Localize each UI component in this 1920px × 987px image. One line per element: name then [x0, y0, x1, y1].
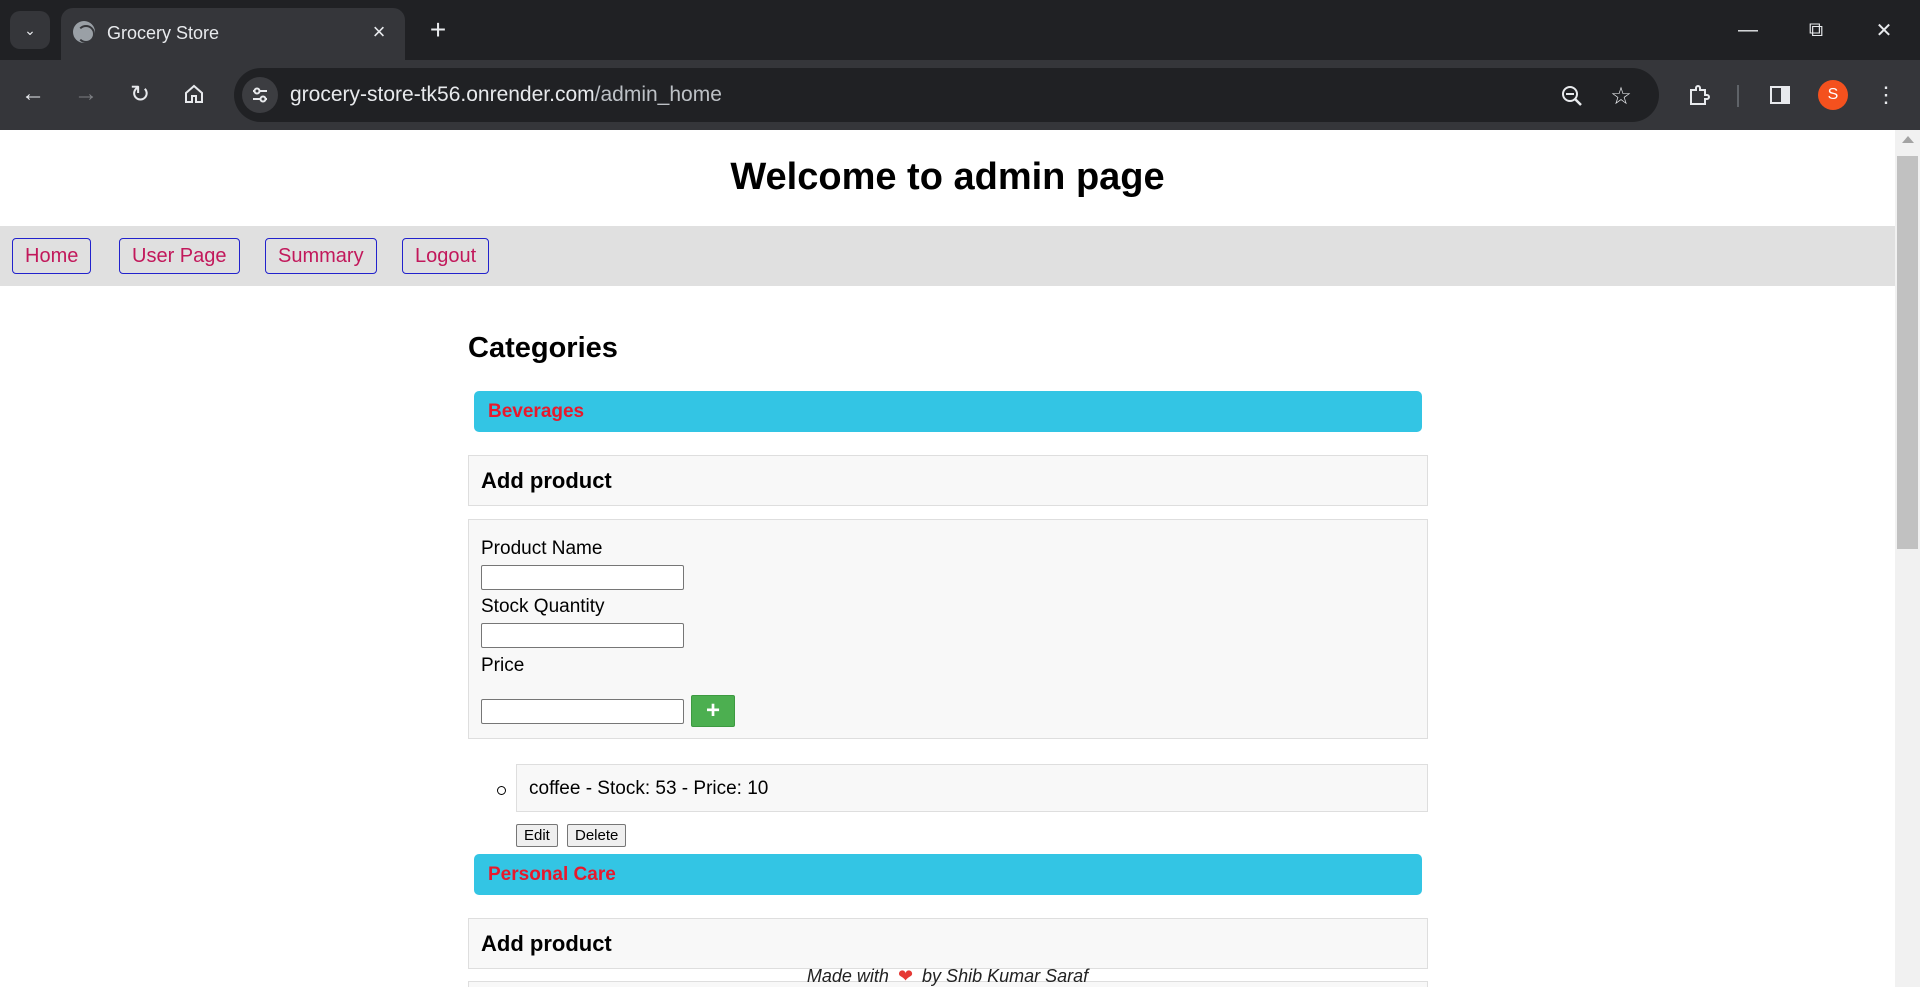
- nav-summary-link[interactable]: Summary: [265, 238, 377, 274]
- edit-product-button[interactable]: Edit: [516, 824, 558, 847]
- side-panel-icon: [1770, 86, 1790, 104]
- profile-avatar[interactable]: S: [1818, 80, 1848, 110]
- heart-icon: ❤: [897, 966, 914, 986]
- tab-title: Grocery Store: [107, 23, 220, 43]
- url-host: grocery-store-tk56.onrender.com: [290, 83, 595, 106]
- add-product-form: Product Name Stock Quantity Price +: [468, 519, 1428, 739]
- url-text[interactable]: grocery-store-tk56.onrender.com/admin_ho…: [290, 83, 722, 107]
- url-path: /admin_home: [594, 83, 722, 106]
- footer-author: by Shib Kumar Saraf: [922, 966, 1089, 986]
- nav-home-link[interactable]: Home: [12, 238, 92, 274]
- home-icon: [185, 84, 203, 103]
- reload-icon: ↻: [129, 80, 151, 108]
- forward-button[interactable]: →: [66, 74, 106, 114]
- restore-icon: ⧉: [1808, 18, 1824, 41]
- page-footer: Made with ❤ by Shib Kumar Saraf: [0, 966, 1895, 987]
- tune-icon: [253, 87, 267, 103]
- nav-logout-link[interactable]: Logout: [402, 238, 490, 274]
- page-viewport: Welcome to admin page Home User Page Sum…: [0, 130, 1895, 987]
- close-icon[interactable]: ×: [365, 18, 393, 46]
- home-button[interactable]: [174, 74, 214, 114]
- category-header-personal-care[interactable]: Personal Care: [474, 854, 1422, 895]
- minimize-icon: —: [1738, 18, 1758, 41]
- product-name-label: Product Name: [481, 538, 603, 559]
- window-close-button[interactable]: ✕: [1860, 10, 1908, 50]
- category-name: Personal Care: [488, 864, 616, 885]
- categories-heading: Categories: [468, 332, 618, 364]
- category-name: Beverages: [488, 401, 585, 422]
- add-product-heading: Add product: [481, 468, 612, 493]
- kebab-menu-icon: ⋮: [1875, 82, 1897, 107]
- stock-quantity-label: Stock Quantity: [481, 596, 605, 617]
- add-product-button[interactable]: +: [691, 695, 735, 727]
- price-input[interactable]: [481, 699, 684, 724]
- list-bullet: [497, 786, 506, 795]
- restore-button[interactable]: ⧉: [1792, 10, 1840, 50]
- bookmark-button[interactable]: ☆: [1606, 81, 1636, 111]
- window-close-icon: ✕: [1875, 19, 1893, 42]
- product-list-item: coffee - Stock: 53 - Price: 10: [516, 764, 1428, 812]
- zoom-out-icon: [1562, 86, 1582, 106]
- price-label: Price: [481, 655, 525, 676]
- browser-tab[interactable]: Grocery Store ×: [61, 8, 405, 60]
- category-header-beverages[interactable]: Beverages: [474, 391, 1422, 432]
- scroll-up-icon[interactable]: [1902, 136, 1914, 143]
- add-product-heading: Add product: [481, 931, 612, 956]
- side-panel-button[interactable]: [1760, 75, 1800, 115]
- zoom-button[interactable]: [1557, 81, 1587, 111]
- plus-icon: +: [429, 14, 447, 45]
- extensions-button[interactable]: [1679, 75, 1719, 115]
- new-tab-button[interactable]: +: [420, 12, 456, 48]
- minimize-button[interactable]: —: [1724, 10, 1772, 50]
- back-button[interactable]: ←: [13, 74, 53, 114]
- toolbar-divider: [1737, 85, 1739, 107]
- plus-icon: +: [705, 697, 720, 724]
- arrow-left-icon: ←: [21, 80, 45, 107]
- add-product-header: Add product: [468, 918, 1428, 969]
- tab-search-button[interactable]: ⌄: [10, 11, 50, 49]
- delete-product-button[interactable]: Delete: [567, 824, 627, 847]
- site-info-button[interactable]: [242, 77, 278, 113]
- arrow-right-icon: →: [74, 80, 98, 107]
- puzzle-icon: [1690, 85, 1710, 105]
- nav-user-page-link[interactable]: User Page: [119, 238, 240, 274]
- page-title: Welcome to admin page: [730, 156, 1165, 198]
- reload-button[interactable]: ↻: [120, 74, 160, 114]
- page-scrollbar[interactable]: [1895, 130, 1920, 987]
- add-product-header: Add product: [468, 455, 1428, 506]
- address-bar[interactable]: grocery-store-tk56.onrender.com/admin_ho…: [234, 68, 1659, 122]
- product-details: coffee - Stock: 53 - Price: 10: [529, 778, 769, 799]
- browser-toolbar: ← → ↻ grocery-store-tk56.onrender.com/ad…: [0, 60, 1920, 130]
- browser-menu-button[interactable]: ⋮: [1866, 75, 1906, 115]
- star-icon: ☆: [1610, 82, 1632, 110]
- site-navbar: Home User Page Summary Logout: [0, 226, 1895, 286]
- globe-icon: [73, 21, 95, 43]
- footer-prefix: Made with: [806, 966, 889, 986]
- scrollbar-thumb[interactable]: [1897, 156, 1918, 549]
- browser-tab-strip: ⌄ Grocery Store × + — ⧉ ✕: [0, 0, 1920, 60]
- chevron-down-icon: ⌄: [24, 21, 36, 38]
- stock-quantity-input[interactable]: [481, 623, 684, 648]
- product-name-input[interactable]: [481, 565, 684, 590]
